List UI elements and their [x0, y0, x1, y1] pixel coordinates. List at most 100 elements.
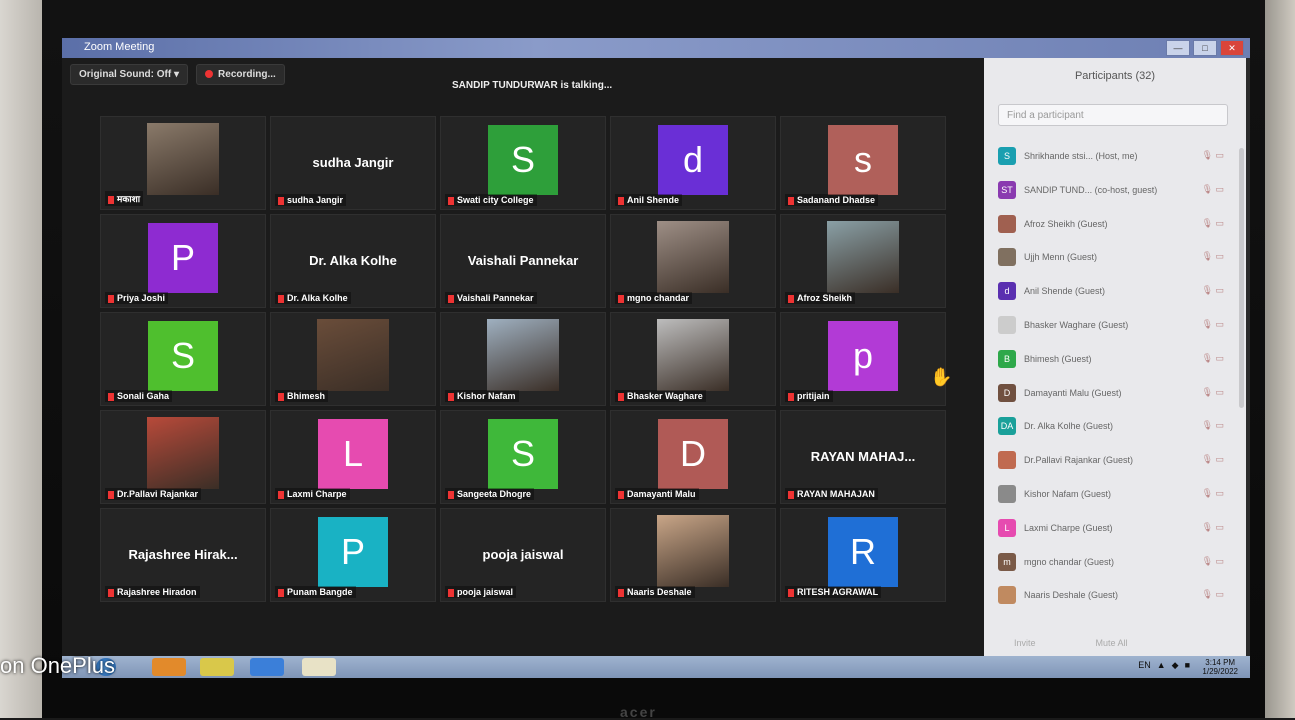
invite-button[interactable]: Invite: [1014, 638, 1036, 648]
participant-tile[interactable]: Afroz Sheikh: [780, 214, 946, 308]
file-explorer-icon[interactable]: [302, 658, 336, 676]
participant-scrollbar[interactable]: [1239, 148, 1244, 408]
participant-tile[interactable]: sudha Jangir sudha Jangir: [270, 116, 436, 210]
participant-row[interactable]: Bhasker Waghare (Guest) 🎙 ▭: [998, 309, 1234, 343]
participant-list-name: Damayanti Malu (Guest): [1024, 387, 1122, 398]
participant-tile[interactable]: Rajashree Hirak... Rajashree Hiradon: [100, 508, 266, 602]
mic-video-status-icon[interactable]: 🎙 ▭: [1202, 589, 1224, 600]
window-title: Zoom Meeting: [84, 41, 155, 53]
participant-list-name: Dr. Alka Kolhe (Guest): [1024, 421, 1114, 432]
background-wall-right: [1265, 0, 1295, 718]
participant-tile[interactable]: L Laxmi Charpe: [270, 410, 436, 504]
chrome-icon[interactable]: [200, 658, 234, 676]
participant-list-avatar: B: [998, 349, 1016, 368]
taskbar-clock[interactable]: 3:14 PM 1/29/2022: [1202, 658, 1238, 676]
participant-row[interactable]: Naaris Deshale (Guest) 🎙 ▭: [998, 579, 1234, 613]
zoom-taskbar-icon[interactable]: [250, 658, 284, 676]
participant-tile[interactable]: p pritijain: [780, 312, 946, 406]
participant-tile[interactable]: d Anil Shende: [610, 116, 776, 210]
chevron-down-icon[interactable]: ▾: [174, 69, 179, 80]
participant-row[interactable]: S Shrikhande stsi... (Host, me) 🎙 ▭: [998, 140, 1234, 174]
participant-row[interactable]: Kishor Nafam (Guest) 🎙 ▭: [998, 478, 1234, 512]
participant-tile[interactable]: Dr. Alka Kolhe Dr. Alka Kolhe: [270, 214, 436, 308]
participant-tile[interactable]: Bhasker Waghare: [610, 312, 776, 406]
hand-cursor-icon: ✋: [930, 367, 953, 387]
mic-video-status-icon[interactable]: 🎙 ▭: [1202, 387, 1224, 398]
clock-time: 3:14 PM: [1205, 658, 1236, 667]
participant-tile[interactable]: P Punam Bangde: [270, 508, 436, 602]
participant-tile[interactable]: mgno chandar: [610, 214, 776, 308]
mic-video-status-icon[interactable]: 🎙 ▭: [1202, 556, 1224, 567]
participant-name-label: Anil Shende: [615, 194, 683, 206]
participant-row[interactable]: ST SANDIP TUND... (co-host, guest) 🎙 ▭: [998, 174, 1234, 208]
participant-tile[interactable]: RAYAN MAHAJ... RAYAN MAHAJAN: [780, 410, 946, 504]
participant-row[interactable]: B Bhimesh (Guest) 🎙 ▭: [998, 343, 1234, 377]
participant-list-name: Anil Shende (Guest): [1024, 286, 1106, 297]
participant-list-name: Naaris Deshale (Guest): [1024, 590, 1119, 601]
participant-tile[interactable]: Dr.Pallavi Rajankar: [100, 410, 266, 504]
taskbar: EN ▲ ◆ ■ 3:14 PM 1/29/2022: [62, 656, 1250, 678]
mic-video-status-icon[interactable]: 🎙 ▭: [1202, 184, 1224, 195]
participant-list-avatar: [998, 484, 1016, 503]
participant-tile[interactable]: Kishor Nafam: [440, 312, 606, 406]
mic-video-status-icon[interactable]: 🎙 ▭: [1202, 218, 1224, 229]
mic-video-status-icon[interactable]: 🎙 ▭: [1202, 488, 1224, 499]
window-titlebar: Zoom Meeting — □ ✕: [62, 38, 1250, 58]
participant-name: Naaris Deshale: [627, 587, 692, 597]
recording-indicator[interactable]: Recording...: [196, 64, 285, 85]
clock-date: 1/29/2022: [1202, 667, 1238, 676]
participant-tile[interactable]: pooja jaiswal pooja jaiswal: [440, 508, 606, 602]
participant-tile[interactable]: Bhimesh: [270, 312, 436, 406]
volume-icon[interactable]: ◆: [1172, 660, 1179, 671]
participant-name-label: Dr. Alka Kolhe: [275, 292, 351, 304]
original-sound-label: Original Sound: Off: [79, 69, 172, 80]
firefox-icon[interactable]: [152, 658, 186, 676]
participant-tile[interactable]: R RITESH AGRAWAL: [780, 508, 946, 602]
participant-tile[interactable]: S Swati city College: [440, 116, 606, 210]
participant-row[interactable]: d Anil Shende (Guest) 🎙 ▭: [998, 275, 1234, 309]
participant-tile[interactable]: S Sonali Gaha: [100, 312, 266, 406]
original-sound-toggle[interactable]: Original Sound: Off ▾: [70, 64, 189, 85]
participant-tile[interactable]: S Sangeeta Dhogre: [440, 410, 606, 504]
participant-row[interactable]: Dr.Pallavi Rajankar (Guest) 🎙 ▭: [998, 444, 1234, 478]
participant-list-avatar: d: [998, 282, 1016, 301]
participant-row[interactable]: DA Dr. Alka Kolhe (Guest) 🎙 ▭: [998, 410, 1234, 444]
participant-tile[interactable]: P Priya Joshi: [100, 214, 266, 308]
notification-icon[interactable]: ■: [1185, 660, 1190, 671]
participant-tile[interactable]: s Sadanand Dhadse: [780, 116, 946, 210]
participant-row[interactable]: m mgno chandar (Guest) 🎙 ▭: [998, 546, 1234, 580]
mute-all-button[interactable]: Mute All: [1096, 638, 1128, 648]
network-icon[interactable]: ▲: [1157, 660, 1166, 671]
participant-name-label: Rajashree Hiradon: [105, 586, 200, 598]
participant-search-input[interactable]: Find a participant: [998, 104, 1228, 126]
mic-video-status-icon[interactable]: 🎙 ▭: [1202, 522, 1224, 533]
close-button[interactable]: ✕: [1220, 40, 1244, 56]
language-indicator[interactable]: EN: [1138, 660, 1151, 671]
mic-video-status-icon[interactable]: 🎙 ▭: [1202, 420, 1224, 431]
participant-list-avatar: [998, 248, 1016, 267]
muted-mic-icon: [788, 490, 794, 499]
participant-list-avatar: DA: [998, 417, 1016, 436]
participant-tile[interactable]: मकाशा: [100, 116, 266, 210]
participant-row[interactable]: L Laxmi Charpe (Guest) 🎙 ▭: [998, 512, 1234, 546]
participant-tile[interactable]: Vaishali Pannekar Vaishali Pannekar: [440, 214, 606, 308]
participant-tile[interactable]: Naaris Deshale: [610, 508, 776, 602]
participant-row[interactable]: Ujjh Menn (Guest) 🎙 ▭: [998, 241, 1234, 275]
mic-video-status-icon[interactable]: 🎙 ▭: [1202, 285, 1224, 296]
minimize-button[interactable]: —: [1166, 40, 1190, 56]
participant-video: [317, 319, 389, 391]
participant-row[interactable]: D Damayanti Malu (Guest) 🎙 ▭: [998, 377, 1234, 411]
participant-name-label: Vaishali Pannekar: [445, 292, 537, 304]
participant-tile[interactable]: D Damayanti Malu: [610, 410, 776, 504]
participant-name-label: mgno chandar: [615, 292, 693, 304]
participant-list: S Shrikhande stsi... (Host, me) 🎙 ▭ ST SANDI…: [998, 140, 1234, 613]
participant-row[interactable]: Afroz Sheikh (Guest) 🎙 ▭: [998, 208, 1234, 242]
participant-list-name: Afroz Sheikh (Guest): [1024, 218, 1108, 229]
mic-video-status-icon[interactable]: 🎙 ▭: [1202, 353, 1224, 364]
mic-video-status-icon[interactable]: 🎙 ▭: [1202, 150, 1224, 161]
mic-video-status-icon[interactable]: 🎙 ▭: [1202, 454, 1224, 465]
participant-name-label: Dr.Pallavi Rajankar: [105, 488, 202, 500]
mic-video-status-icon[interactable]: 🎙 ▭: [1202, 251, 1224, 262]
maximize-button[interactable]: □: [1193, 40, 1217, 56]
mic-video-status-icon[interactable]: 🎙 ▭: [1202, 319, 1224, 330]
